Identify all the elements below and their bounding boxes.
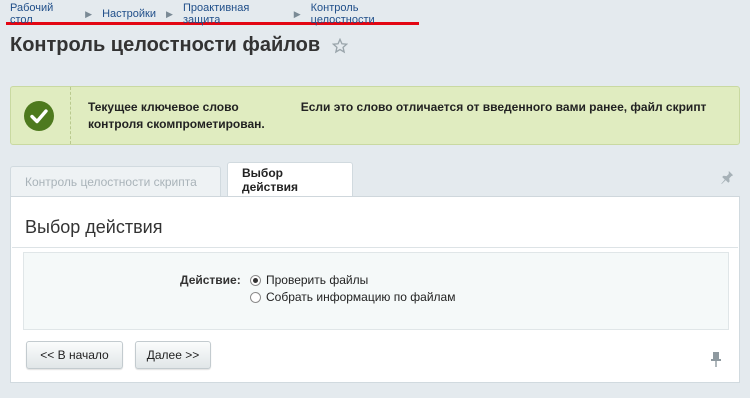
notice-icon-box	[11, 87, 71, 144]
pin-icon[interactable]	[720, 170, 734, 184]
notice-warning-text: Если это слово отличается от введенного …	[300, 100, 707, 114]
title-row: Контроль целостности файлов	[10, 34, 349, 57]
breadcrumb-item-proactive[interactable]: Проактивная защита	[183, 2, 284, 26]
breadcrumb-separator-icon: ▶	[293, 8, 301, 19]
next-button[interactable]: Далее >>	[135, 341, 211, 369]
radio-check-files[interactable]: Проверить файлы	[250, 273, 368, 287]
tab-script-integrity[interactable]: Контроль целостности скрипта	[10, 166, 221, 196]
content-panel: Выбор действия Действие: Проверить файлы…	[10, 196, 740, 383]
check-circle-icon	[24, 101, 54, 131]
radio-button-selected[interactable]	[250, 274, 261, 286]
breadcrumb-item-integrity[interactable]: Контроль целостности	[311, 2, 419, 26]
back-to-start-button[interactable]: << В начало	[26, 341, 123, 369]
tab-action-select[interactable]: Выбор действия	[227, 162, 353, 196]
notice-warning-text-cont: контроля скомпрометирован.	[88, 117, 265, 131]
action-form: Действие: Проверить файлы Собрать информ…	[23, 252, 729, 330]
radio-button[interactable]	[250, 291, 261, 303]
breadcrumb-item-desktop[interactable]: Рабочий стол	[10, 2, 75, 26]
notice-message: Текущее ключевое слово Если это слово отл…	[88, 99, 728, 133]
radio-label: Собрать информацию по файлам	[266, 290, 456, 304]
pin-icon[interactable]	[709, 351, 723, 367]
breadcrumb-separator-icon: ▶	[166, 8, 173, 19]
panel-title: Выбор действия	[25, 217, 163, 237]
page-title: Контроль целостности файлов	[10, 34, 321, 56]
tab-bar: Контроль целостности скрипта Выбор дейст…	[10, 162, 740, 196]
success-notice: Текущее ключевое слово Если это слово отл…	[10, 86, 740, 145]
breadcrumb-item-settings[interactable]: Настройки	[102, 8, 156, 20]
star-icon[interactable]	[332, 37, 349, 54]
breadcrumb: Рабочий стол ▶ Настройки ▶ Проактивная з…	[6, 2, 419, 26]
breadcrumb-separator-icon: ▶	[85, 8, 93, 19]
radio-collect-info[interactable]: Собрать информацию по файлам	[250, 290, 455, 304]
divider	[12, 247, 738, 248]
notice-keyword-label: Текущее ключевое слово	[88, 100, 239, 114]
action-label: Действие:	[180, 273, 241, 287]
radio-label: Проверить файлы	[266, 273, 369, 287]
